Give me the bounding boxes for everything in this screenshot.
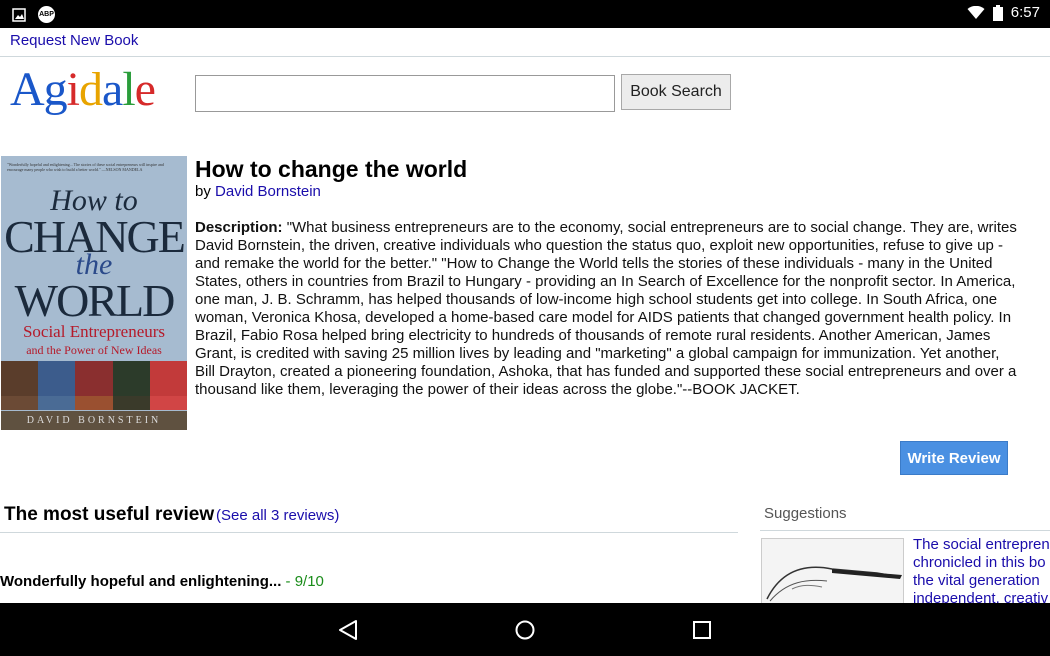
recents-icon[interactable] — [693, 621, 711, 639]
top-nav: Request New Book — [0, 28, 1050, 57]
logo-letter: i — [66, 63, 80, 116]
author-link[interactable]: David Bornstein — [215, 183, 321, 200]
review-title: Wonderfully hopeful and enlightening... — [0, 573, 282, 590]
cover-author: DAVID BORNSTEIN — [1, 411, 187, 430]
description-text: "What business entrepreneurs are to the … — [195, 219, 1017, 398]
most-useful-review-heading: The most useful review — [4, 504, 215, 525]
cover-subtitle-1: Social Entrepreneurs — [22, 322, 166, 341]
cover-blurb: "Wonderfully hopeful and enlightening...… — [7, 162, 164, 172]
suggestion-thumbnail[interactable] — [761, 538, 904, 610]
wifi-icon — [967, 5, 985, 19]
cover-line-4: WORLD — [14, 275, 176, 326]
logo-letter: g — [43, 63, 68, 116]
suggestion-line: the vital generation — [913, 572, 1040, 589]
image-icon — [12, 7, 26, 22]
logo-letter: d — [79, 63, 103, 116]
write-review-button[interactable]: Write Review — [900, 441, 1008, 475]
book-description: Description: "What business entrepreneur… — [195, 219, 1023, 399]
cover-photos-2 — [1, 396, 187, 410]
status-bar-left: ABP — [12, 6, 55, 23]
review-divider — [0, 532, 738, 533]
search-input[interactable] — [195, 75, 615, 112]
home-icon[interactable] — [515, 620, 535, 640]
suggestion-line: The social entrepren — [913, 536, 1050, 553]
cover-subtitle-2: and the Power of New Ideas — [26, 343, 162, 357]
book-search-button[interactable]: Book Search — [621, 74, 731, 110]
suggestion-line: chronicled in this bo — [913, 554, 1046, 571]
logo-letter: A — [10, 63, 45, 116]
book-title: How to change the world — [195, 156, 468, 182]
clock: 6:57 — [1010, 4, 1040, 21]
review-item: Wonderfully hopeful and enlightening... … — [0, 573, 324, 590]
logo-letter: a — [102, 63, 123, 116]
review-score: - 9/10 — [281, 573, 324, 590]
description-label: Description: — [195, 219, 283, 236]
see-all-reviews-link[interactable]: (See all 3 reviews) — [216, 507, 339, 524]
suggestions-heading: Suggestions — [764, 505, 847, 522]
byline: by David Bornstein — [195, 183, 321, 200]
by-label: by — [195, 183, 211, 200]
hand-writing-icon — [766, 566, 902, 602]
logo-letter: e — [134, 63, 156, 116]
abp-icon: ABP — [38, 6, 55, 23]
battery-icon — [992, 4, 1003, 21]
agidale-logo[interactable]: Agidale — [10, 62, 156, 117]
status-bar-right: 6:57 — [967, 4, 1040, 21]
back-icon[interactable] — [338, 619, 358, 641]
suggestion-text[interactable]: The social entrepren chronicled in this … — [913, 536, 1050, 606]
status-bar: ABP 6:57 — [0, 0, 1050, 28]
request-new-book-link[interactable]: Request New Book — [10, 32, 138, 49]
logo-letter: l — [122, 63, 135, 116]
suggestions-divider — [760, 530, 1050, 531]
book-cover-image: "Wonderfully hopeful and enlightening...… — [1, 156, 187, 430]
